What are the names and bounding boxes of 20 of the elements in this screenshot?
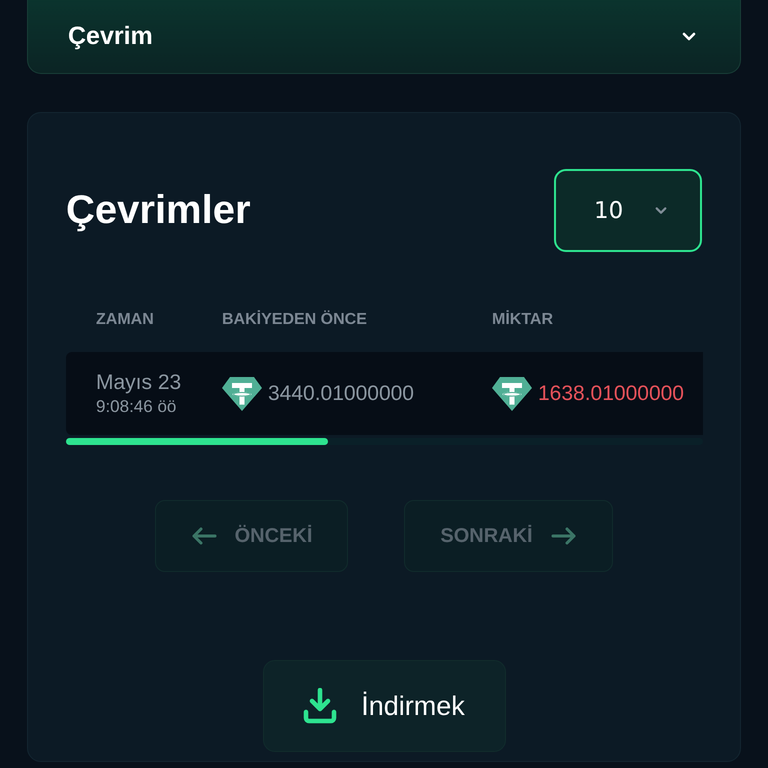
arrow-right-icon xyxy=(550,527,577,545)
arrow-left-icon xyxy=(190,527,217,545)
amount-text: 1638.01000000 xyxy=(538,382,684,406)
column-header: MİKTAR xyxy=(492,311,554,329)
time-text: 9:08:46 öö xyxy=(96,396,178,416)
page-size-select[interactable]: 10 xyxy=(554,169,702,252)
coin-icon xyxy=(492,376,532,412)
scrollbar-thumb[interactable] xyxy=(66,438,328,445)
column-header: ZAMAN xyxy=(96,311,155,329)
balance-text: 3440.01000000 xyxy=(268,382,414,406)
download-icon xyxy=(303,688,338,724)
chevron-down-icon xyxy=(655,206,668,216)
column-header: BAKİYEDEN ÖNCE xyxy=(222,311,368,329)
coin-icon xyxy=(222,376,262,412)
dropdown[interactable]: Çevrim xyxy=(27,0,741,74)
download-button[interactable]: İndirmek xyxy=(262,660,506,752)
panel-title: Çevrimler xyxy=(66,188,251,233)
date-text: Mayıs 23 xyxy=(96,370,182,394)
dropdown-value: Çevrim xyxy=(68,22,153,51)
chevron-down-icon xyxy=(682,32,696,42)
